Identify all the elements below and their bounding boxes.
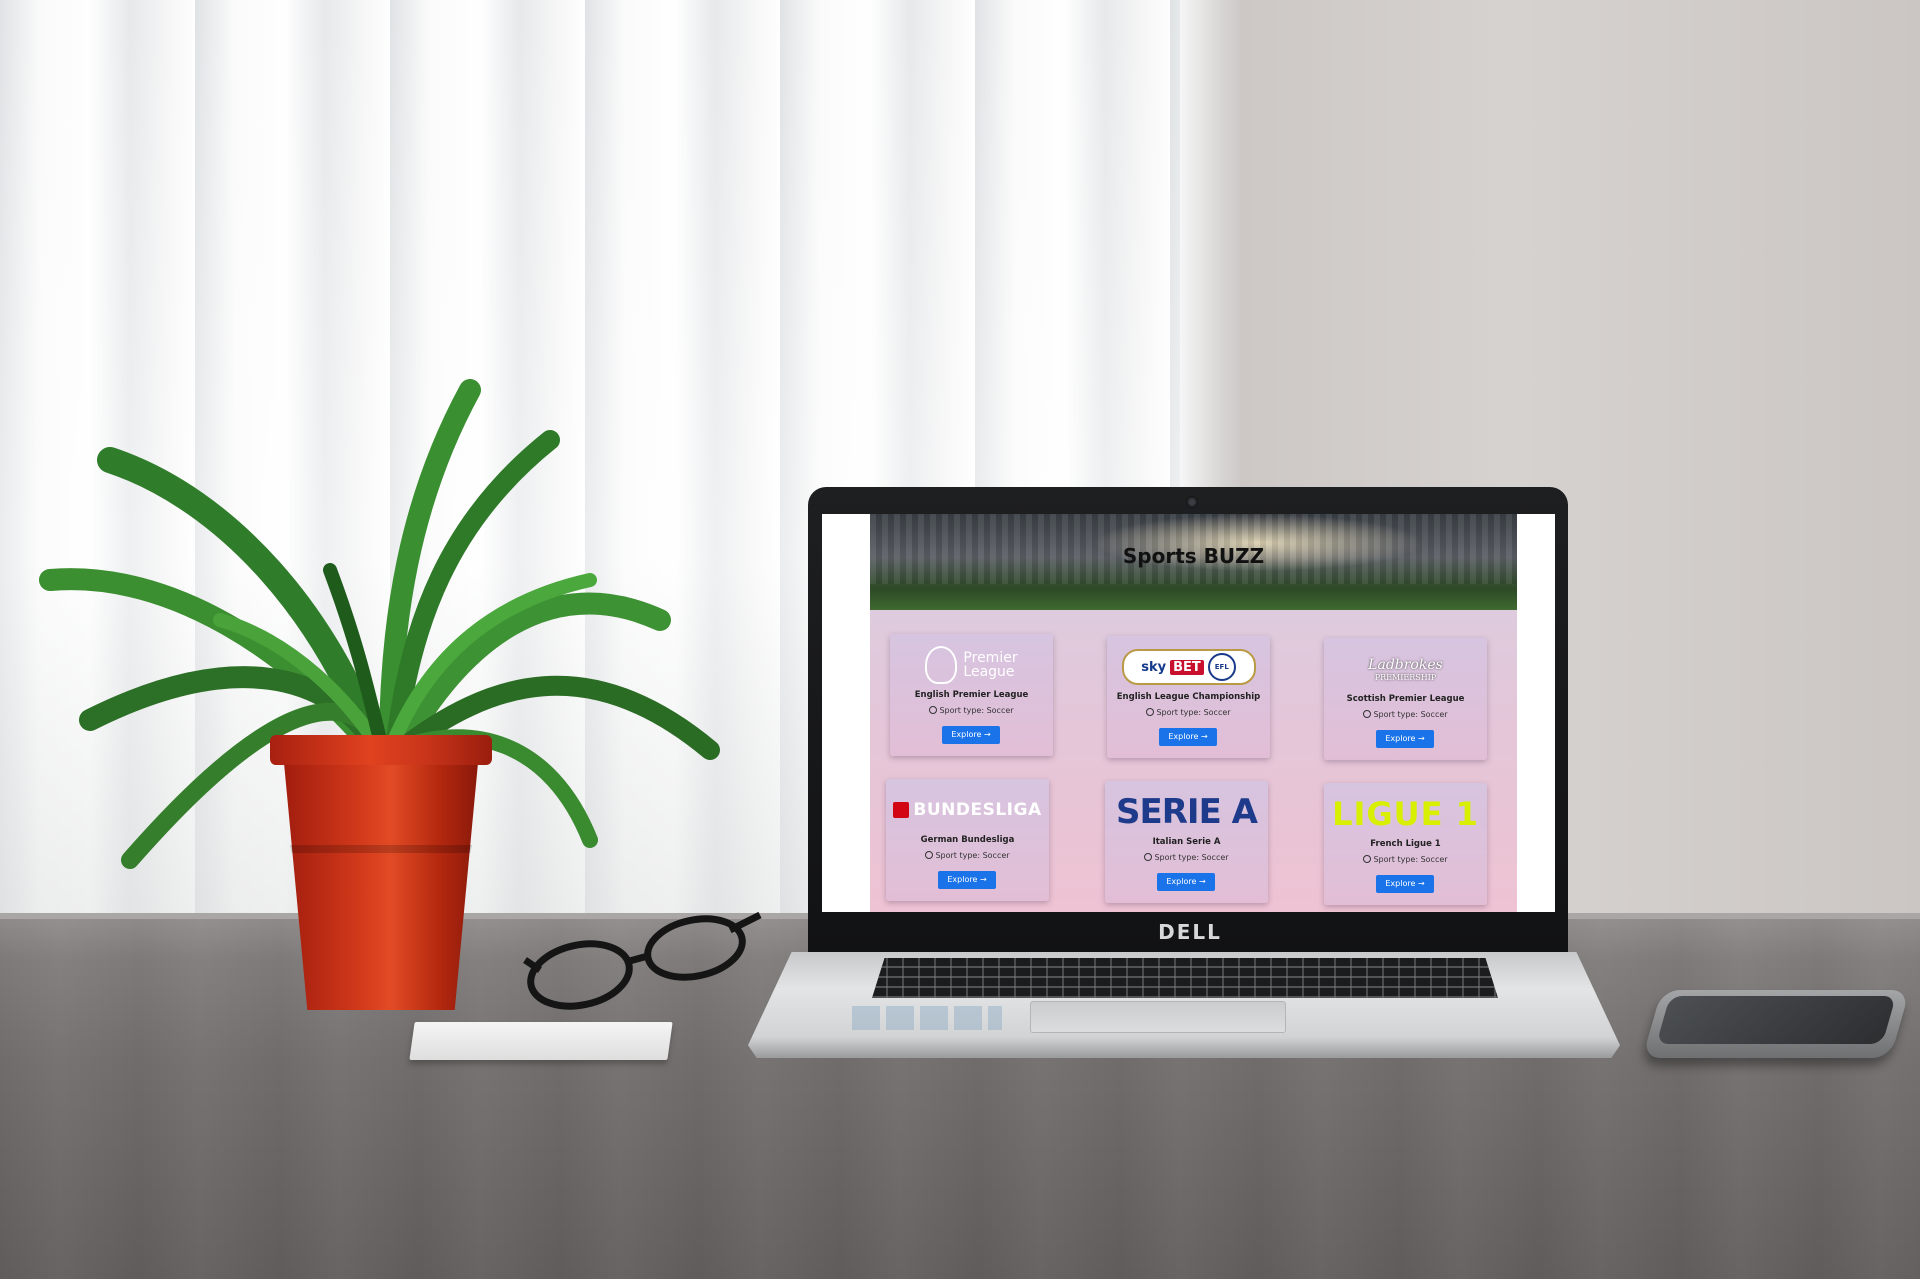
ladbrokes-premiership-logo: Ladbrokes PREMIERSHIP [1324,646,1487,692]
webcam [1186,496,1198,508]
site-title: Sports BUZZ [1122,544,1265,568]
smartphone [1642,990,1910,1058]
soccer-ball-icon [925,851,934,859]
league-card-championship: sky BET EFL English League Championship … [1107,636,1270,758]
league-card-ligue-1: LIGUE 1 French Ligue 1 Sport type: Socce… [1324,783,1487,905]
logo-text: sky [1141,659,1167,675]
league-name: English Premier League [914,690,1029,700]
arrow-right-icon: → [979,875,987,884]
league-name: French Ligue 1 [1370,839,1441,849]
palmrest-stickers [852,1006,1002,1030]
eyeglasses [523,911,762,1010]
logo-text: League [963,664,1015,680]
arrow-right-icon: → [983,730,991,739]
explore-button[interactable]: Explore → [1157,873,1215,891]
sky-bet-championship-logo: sky BET EFL [1107,644,1270,690]
hero-banner: Sports BUZZ [870,514,1517,610]
arrow-right-icon: → [1198,877,1206,886]
sport-type: Sport type: Soccer [890,706,1053,715]
serie-a-logo: SERIE A [1105,789,1268,835]
sport-type: Sport type: Soccer [1105,853,1268,862]
league-card-bundesliga: BUNDESLIGA German Bundesliga Sport type:… [886,779,1049,901]
efl-badge-icon: EFL [1207,653,1236,681]
bundesliga-badge-icon [893,802,910,818]
league-grid: Premier League English Premier League Sp… [886,634,1500,912]
plant-pot [270,735,492,1010]
league-card-scottish-premiership: Ladbrokes PREMIERSHIP Scottish Premier L… [1324,638,1487,760]
sport-type: Sport type: Soccer [1324,710,1487,719]
soccer-ball-icon [1144,853,1153,861]
phone-screen [1656,996,1897,1044]
league-card-premier-league: Premier League English Premier League Sp… [890,634,1053,756]
soccer-ball-icon [929,706,938,714]
logo-text: BET [1170,659,1204,675]
touchpad [1030,1001,1286,1033]
explore-button[interactable]: Explore → [1159,728,1217,746]
logo-text: Ladbrokes [1368,656,1443,673]
sport-type: Sport type: Soccer [886,851,1049,860]
premier-league-logo: Premier League [890,642,1053,688]
pot-rim [270,735,492,765]
arrow-right-icon: → [1200,732,1208,741]
pot-body [284,763,478,1010]
logo-text: BUNDESLIGA [913,800,1042,820]
pot-band [290,845,472,853]
lion-crest-icon [925,646,958,684]
logo-text: Premier [963,650,1018,666]
league-name: Italian Serie A [1152,837,1221,847]
logo-text: SERIE A [1116,792,1258,832]
logo-text: LIGUE 1 [1332,795,1479,833]
arrow-right-icon: → [1417,879,1425,888]
league-name: German Bundesliga [920,835,1015,845]
laptop-screen: Sports BUZZ Premier League English Premi… [822,514,1555,912]
website: Sports BUZZ Premier League English Premi… [870,514,1517,912]
sport-type: Sport type: Soccer [1324,855,1487,864]
soccer-ball-icon [1363,710,1372,718]
league-name: English League Championship [1116,692,1261,702]
logo-text: PREMIERSHIP [1374,672,1437,682]
soccer-ball-icon [1363,855,1372,863]
league-card-serie-a: SERIE A Italian Serie A Sport type: Socc… [1105,781,1268,903]
explore-button[interactable]: Explore → [942,726,1000,744]
keyboard-rows [872,958,1498,998]
explore-button[interactable]: Explore → [1376,730,1434,748]
soccer-ball-icon [1146,708,1155,716]
league-name: Scottish Premier League [1346,694,1465,704]
explore-button[interactable]: Explore → [1376,875,1434,893]
notepad [409,1022,673,1060]
laptop-brand-logo: DELL [1158,920,1222,944]
arrow-right-icon: → [1417,734,1425,743]
bundesliga-logo: BUNDESLIGA [886,787,1049,833]
sport-type: Sport type: Soccer [1107,708,1270,717]
explore-button[interactable]: Explore → [938,871,996,889]
ligue-1-logo: LIGUE 1 [1324,791,1487,837]
